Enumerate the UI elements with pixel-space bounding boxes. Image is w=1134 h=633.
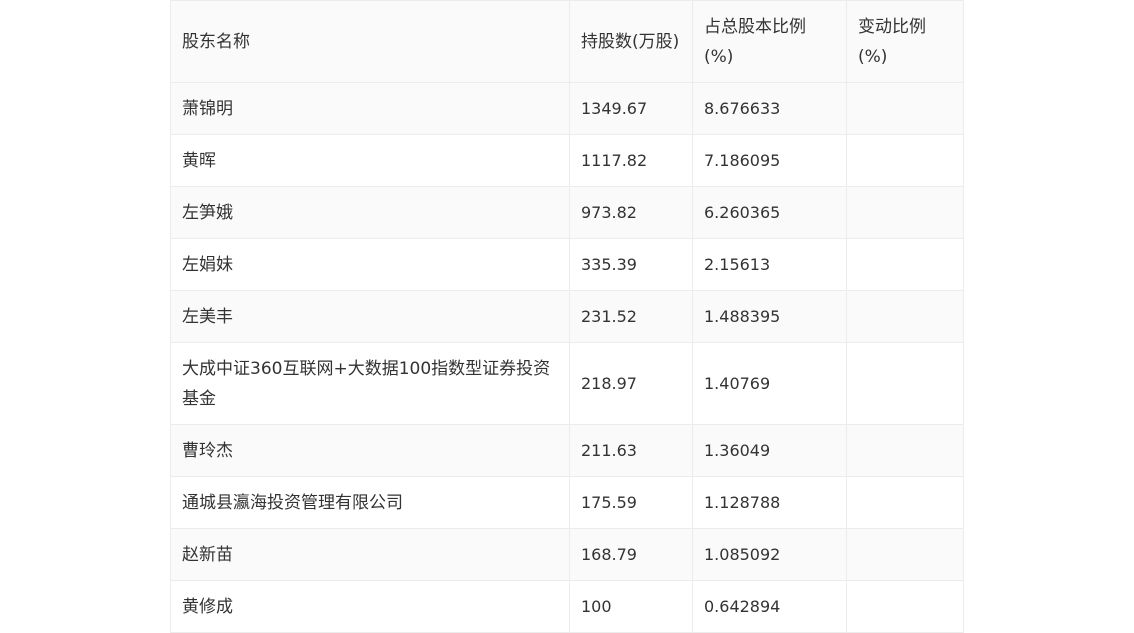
- table-row: 曹玲杰 211.63 1.36049: [170, 424, 964, 477]
- table-row: 通城县瀛海投资管理有限公司 175.59 1.128788: [170, 476, 964, 529]
- header-shares: 持股数(万股): [569, 0, 693, 83]
- cell-ratio: 1.36049: [692, 424, 847, 477]
- table-row: 左笋娥 973.82 6.260365: [170, 186, 964, 239]
- cell-name: 左美丰: [170, 290, 570, 343]
- header-ratio: 占总股本比例(%): [692, 0, 847, 83]
- cell-change: [846, 186, 964, 239]
- header-change-ratio: 变动比例(%): [846, 0, 964, 83]
- cell-shares: 231.52: [569, 290, 693, 343]
- cell-shares: 168.79: [569, 528, 693, 581]
- cell-name: 曹玲杰: [170, 424, 570, 477]
- cell-change: [846, 476, 964, 529]
- cell-change: [846, 424, 964, 477]
- cell-shares: 1349.67: [569, 82, 693, 135]
- shareholder-table: 股东名称 持股数(万股) 占总股本比例(%) 变动比例(%) 萧锦明 1349.…: [170, 0, 964, 633]
- cell-name: 左笋娥: [170, 186, 570, 239]
- cell-ratio: 6.260365: [692, 186, 847, 239]
- shareholder-table-container: 股东名称 持股数(万股) 占总股本比例(%) 变动比例(%) 萧锦明 1349.…: [170, 0, 964, 633]
- cell-change: [846, 580, 964, 633]
- cell-change: [846, 528, 964, 581]
- table-row: 萧锦明 1349.67 8.676633: [170, 82, 964, 135]
- cell-name: 黄修成: [170, 580, 570, 633]
- cell-ratio: 2.15613: [692, 238, 847, 291]
- cell-change: [846, 82, 964, 135]
- cell-name: 黄晖: [170, 134, 570, 187]
- cell-ratio: 1.085092: [692, 528, 847, 581]
- cell-shares: 175.59: [569, 476, 693, 529]
- cell-ratio: 8.676633: [692, 82, 847, 135]
- table-row: 黄晖 1117.82 7.186095: [170, 134, 964, 187]
- table-row: 大成中证360互联网+大数据100指数型证券投资基金 218.97 1.4076…: [170, 342, 964, 425]
- cell-change: [846, 342, 964, 425]
- cell-ratio: 1.128788: [692, 476, 847, 529]
- cell-change: [846, 238, 964, 291]
- table-row: 左娟妹 335.39 2.15613: [170, 238, 964, 291]
- cell-change: [846, 134, 964, 187]
- cell-ratio: 1.40769: [692, 342, 847, 425]
- cell-change: [846, 290, 964, 343]
- cell-shares: 218.97: [569, 342, 693, 425]
- table-row: 赵新苗 168.79 1.085092: [170, 528, 964, 581]
- cell-ratio: 0.642894: [692, 580, 847, 633]
- cell-shares: 1117.82: [569, 134, 693, 187]
- table-row: 左美丰 231.52 1.488395: [170, 290, 964, 343]
- table-row: 黄修成 100 0.642894: [170, 580, 964, 633]
- cell-name: 赵新苗: [170, 528, 570, 581]
- cell-shares: 335.39: [569, 238, 693, 291]
- cell-ratio: 7.186095: [692, 134, 847, 187]
- cell-shares: 211.63: [569, 424, 693, 477]
- cell-ratio: 1.488395: [692, 290, 847, 343]
- cell-name: 大成中证360互联网+大数据100指数型证券投资基金: [170, 342, 570, 425]
- header-shareholder-name: 股东名称: [170, 0, 570, 83]
- cell-shares: 973.82: [569, 186, 693, 239]
- cell-name: 通城县瀛海投资管理有限公司: [170, 476, 570, 529]
- table-header-row: 股东名称 持股数(万股) 占总股本比例(%) 变动比例(%): [170, 0, 964, 83]
- cell-name: 左娟妹: [170, 238, 570, 291]
- cell-shares: 100: [569, 580, 693, 633]
- cell-name: 萧锦明: [170, 82, 570, 135]
